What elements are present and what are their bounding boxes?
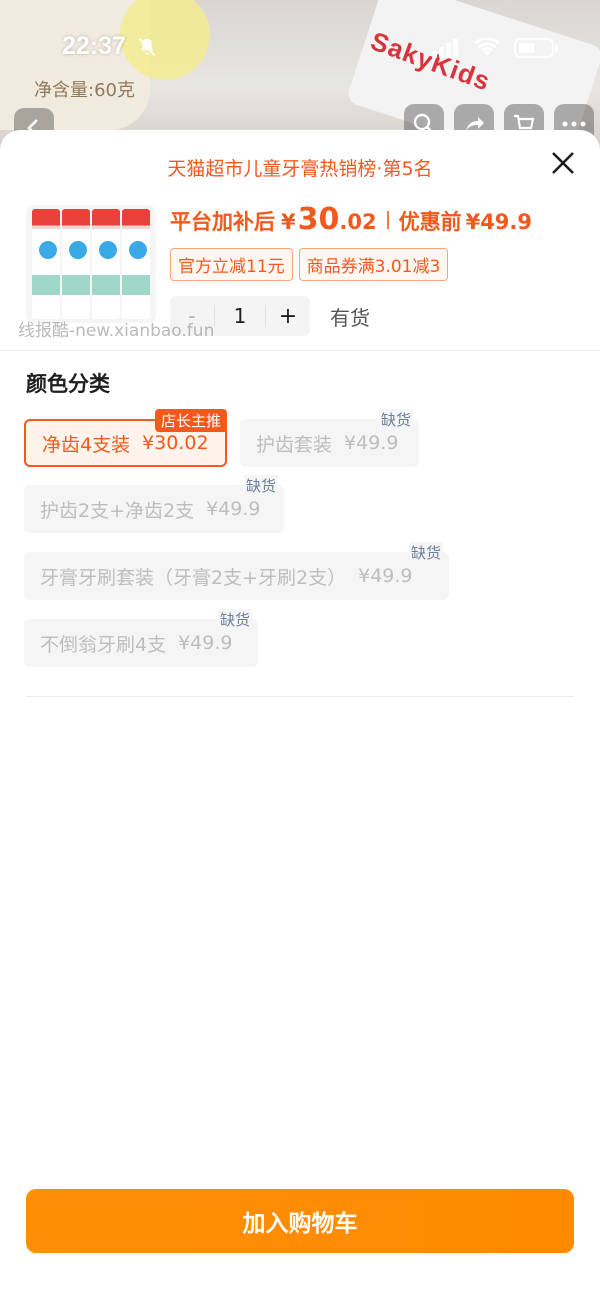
coupon-list: 官方立减11元 商品券满3.01减3 [170,248,449,281]
sku-option-name: 不倒翁牙刷4支 [40,633,167,656]
ranking-title[interactable]: 天猫超市儿童牙膏热销榜·第5名 [0,154,600,181]
sku-option-selected[interactable]: 净齿4支装 ¥30.02 店长主推 [24,409,227,467]
close-icon[interactable] [548,148,578,178]
cellular-signal-icon [432,39,458,58]
price-currency: ¥ [281,210,296,234]
out-of-stock-badge: 缺货 [217,609,252,630]
product-thumbnail[interactable] [26,205,156,323]
out-of-stock-badge: 缺货 [408,542,443,563]
coupon-tag[interactable]: 官方立减11元 [170,248,293,281]
sku-option[interactable]: 护齿套装 ¥49.9 缺货 [240,409,419,467]
section-title-color: 颜色分类 [26,372,110,396]
out-of-stock-badge: 缺货 [378,409,413,430]
toothpaste-tube-image [62,209,90,319]
sku-option-price: ¥49.9 [178,632,233,654]
divider [26,696,574,697]
price-decimal: .02 [339,210,377,234]
wifi-icon [474,38,500,56]
sku-option[interactable]: 不倒翁牙刷4支 ¥49.9 缺货 [24,609,258,667]
divider [0,350,600,351]
status-bar: 22:37 [0,0,600,100]
sku-option-price: ¥49.9 [344,432,399,454]
toothpaste-tube-image [122,209,150,319]
sku-selection-sheet: 天猫超市儿童牙膏热销榜·第5名 平台加补后 ¥ 30 .02 优惠前 ¥49.9… [0,130,600,1304]
toothpaste-tube-image [32,209,60,319]
price-row: 平台加补后 ¥ 30 .02 优惠前 ¥49.9 [170,202,532,237]
quantity-increase-button[interactable]: + [266,304,310,329]
toothpaste-tube-image [92,209,120,319]
sku-option-price: ¥30.02 [142,432,209,454]
sku-option-name: 牙膏牙刷套装（牙膏2支+牙刷2支） [40,566,347,589]
coupon-tag[interactable]: 商品券满3.01减3 [298,248,449,281]
sku-option-name: 净齿4支装 [42,433,131,456]
original-price-label: 优惠前 [398,210,462,234]
price-integer: 30 [297,202,340,237]
price-divider [386,210,389,229]
price-label: 平台加补后 [170,210,275,234]
status-time: 22:37 [62,32,126,60]
bell-muted-icon [138,38,156,56]
sku-option-name: 护齿套装 [256,433,333,456]
recommend-badge: 店长主推 [154,409,227,432]
sku-option-name: 护齿2支+净齿2支 [40,499,195,522]
more-dots-icon [562,121,586,127]
stock-status: 有货 [330,305,370,330]
add-to-cart-button[interactable]: 加入购物车 [26,1189,574,1253]
out-of-stock-badge: 缺货 [243,475,278,496]
sku-option[interactable]: 牙膏牙刷套装（牙膏2支+牙刷2支） ¥49.9 缺货 [24,542,449,600]
sku-option-price: ¥49.9 [358,565,413,587]
sku-option-price: ¥49.9 [206,498,261,520]
original-price-value: ¥49.9 [465,210,533,234]
sku-option[interactable]: 护齿2支+净齿2支 ¥49.9 缺货 [24,475,284,533]
battery-icon [514,38,558,58]
quantity-value[interactable]: 1 [214,305,266,327]
watermark-text: 线报酷-new.xianbao.fun [18,321,215,341]
